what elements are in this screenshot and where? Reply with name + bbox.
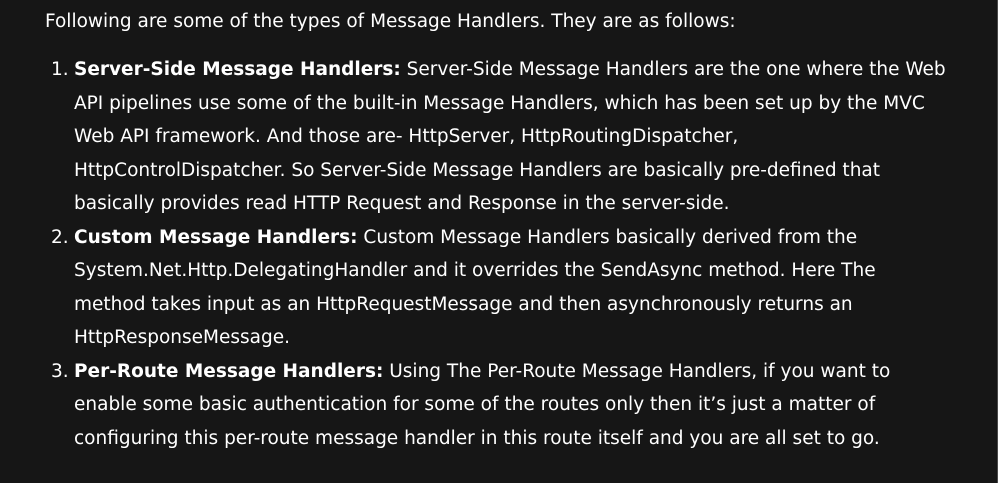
list-item-custom: 2. Custom Message Handlers: Custom Messa… — [0, 221, 954, 355]
list-item-text: Custom Message Handlers basically derive… — [357, 226, 858, 248]
list-item-text: Using The Per-Route Message Handlers, if… — [383, 360, 891, 382]
list-item-text: Server-Side Message Handlers are the one… — [400, 59, 946, 80]
list-item-server-side: 1. Server-Side Message Handlers: Server-… — [0, 53, 954, 221]
list-item-text: API pipelines use some of the built-in M… — [74, 92, 925, 114]
list-item-per-route: 3. Per-Route Message Handlers: Using The… — [0, 355, 954, 456]
article-content: Following are some of the types of Messa… — [0, 0, 998, 483]
list-item-text: enable some basic authentication for som… — [74, 394, 876, 415]
handler-types-list: 1. Server-Side Message Handlers: Server-… — [0, 53, 998, 455]
intro-paragraph: Following are some of the types of Messa… — [45, 11, 736, 32]
list-item-text: Web API framework. And those are- HttpSe… — [74, 126, 739, 147]
list-item-number: 1. — [51, 59, 69, 80]
list-item-number: 3. — [51, 360, 69, 382]
list-item-text: HttpControlDispatcher. So Server-Side Me… — [74, 159, 881, 181]
list-item-number: 2. — [51, 226, 69, 248]
list-item-text: method takes input as an HttpRequestMess… — [74, 293, 853, 315]
list-item-text: HttpResponseMessage. — [74, 327, 290, 348]
list-item-first-line: Custom Message Handlers: Custom Message … — [74, 221, 954, 255]
list-item-term: Per-Route Message Handlers: — [74, 360, 384, 382]
list-item-first-line: Server-Side Message Handlers: Server-Sid… — [74, 53, 954, 87]
list-item-first-line: Per-Route Message Handlers: Using The Pe… — [74, 355, 954, 389]
list-item-text: configuring this per-route message handl… — [74, 427, 880, 449]
list-item-text: System.Net.Http.DelegatingHandler and it… — [74, 260, 876, 281]
list-item-term: Server-Side Message Handlers: — [74, 59, 401, 80]
list-item-term: Custom Message Handlers: — [74, 226, 358, 248]
list-item-text: basically provides read HTTP Request and… — [74, 193, 730, 214]
